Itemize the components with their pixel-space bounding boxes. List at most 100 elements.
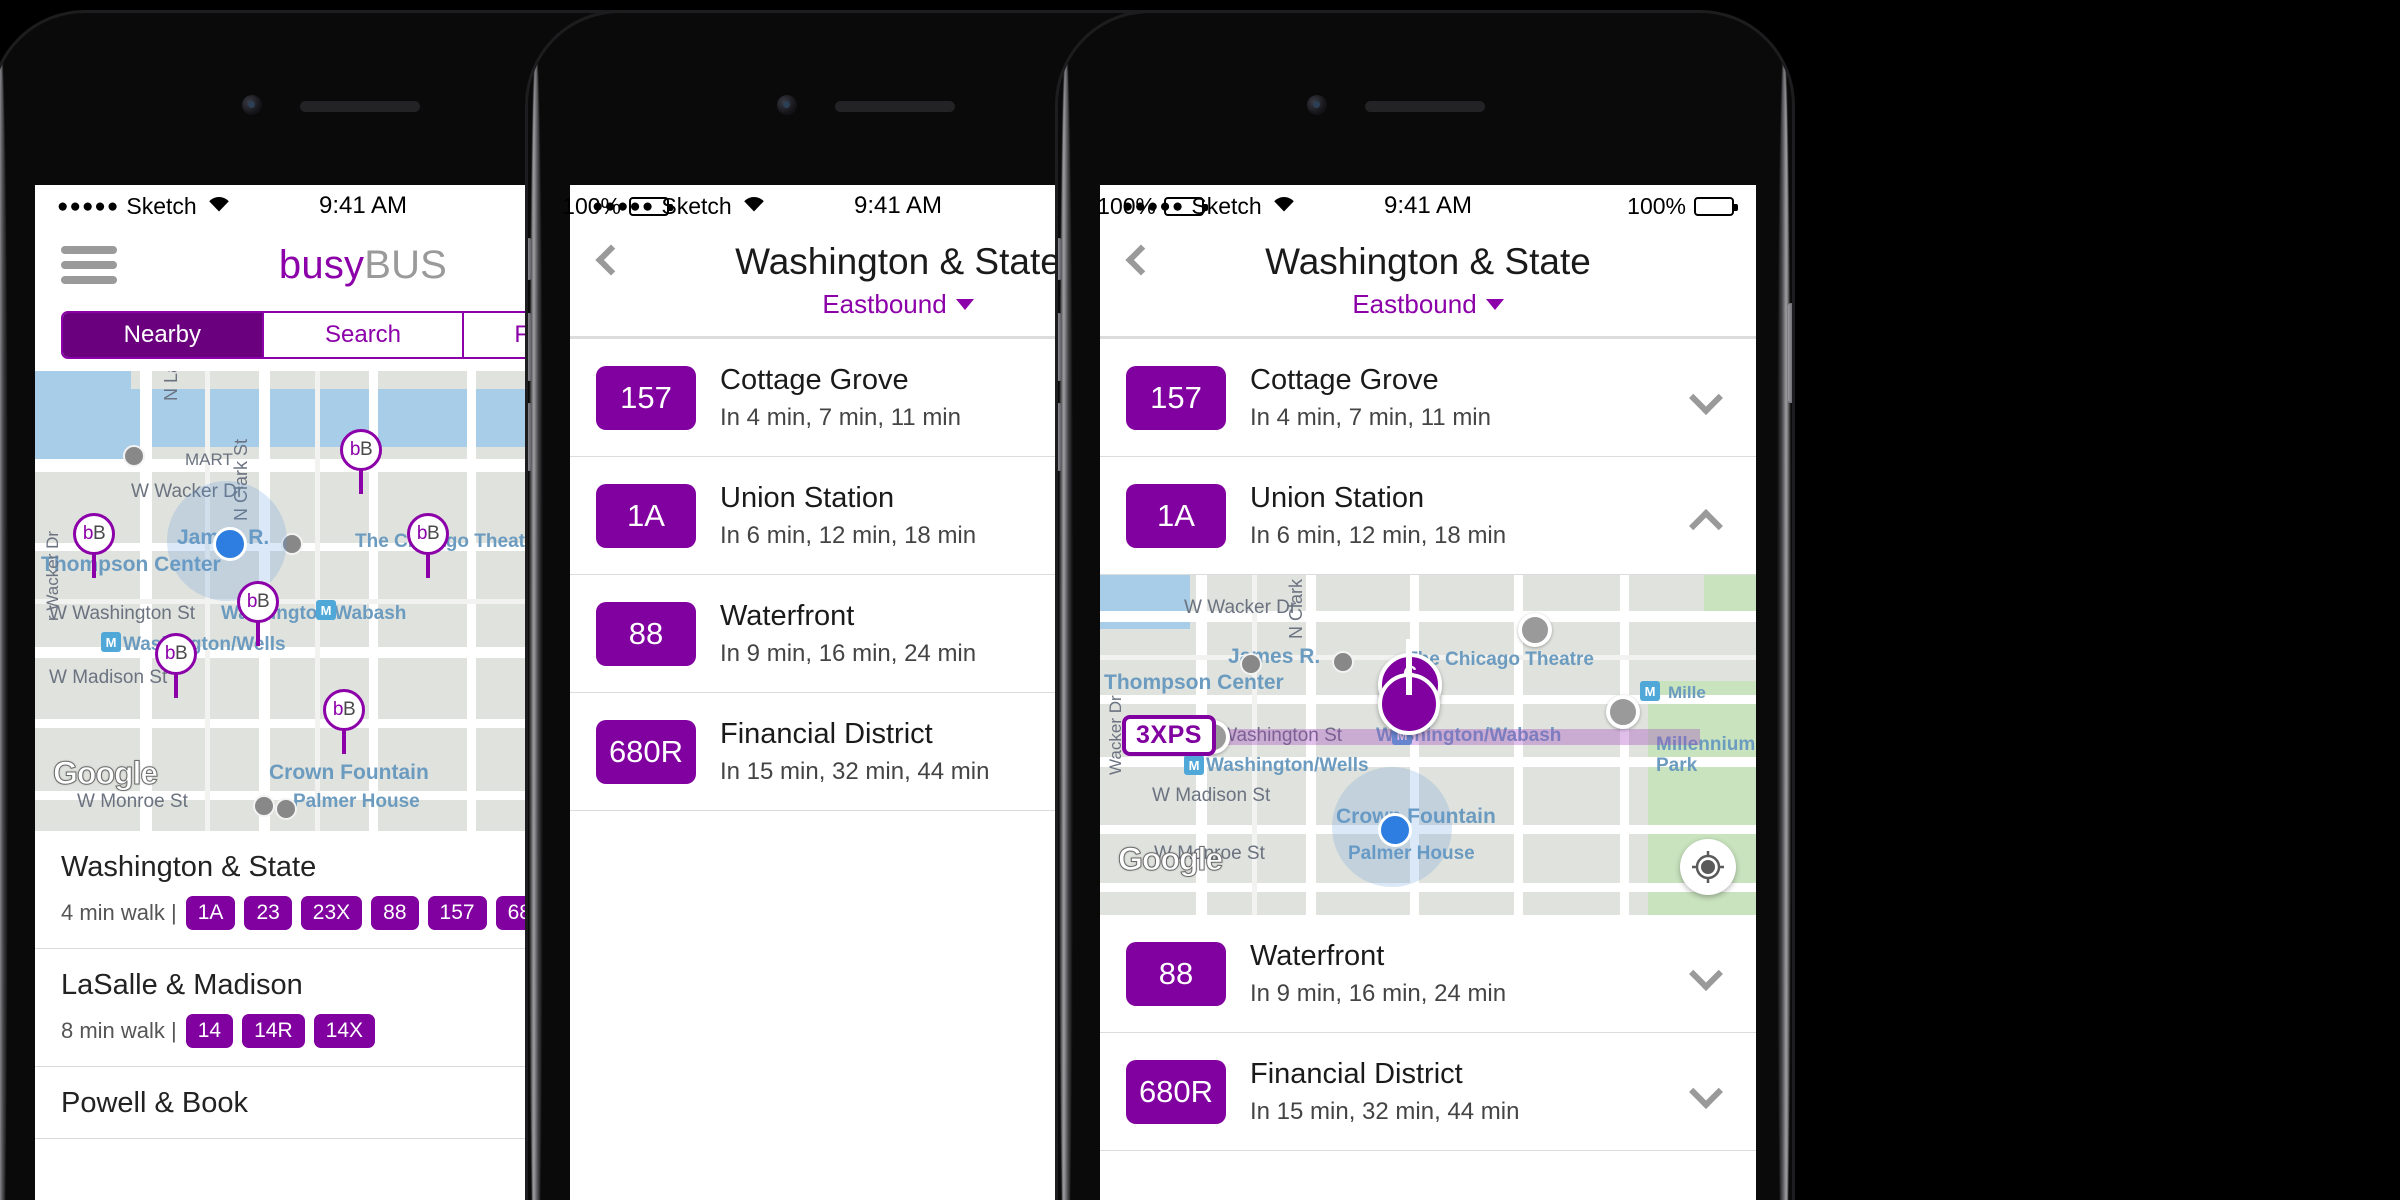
- route-arrival-times: In 6 min, 12 min, 18 min: [720, 521, 977, 549]
- live-bus-marker[interactable]: 6 min: [1378, 639, 1442, 735]
- list-item-expanded[interactable]: 1A Union Station In 6 min, 12 min, 18 mi…: [1100, 457, 1756, 575]
- map-transit-icon-wells: M: [101, 632, 121, 652]
- map-poi-icon: [1240, 653, 1262, 675]
- power-button[interactable]: [1788, 303, 1792, 403]
- battery-percent: 100%: [562, 192, 621, 219]
- map-poi-monroe-icon: [253, 795, 275, 817]
- route-badge: 88: [596, 601, 696, 666]
- route-badge[interactable]: 1A: [185, 896, 236, 930]
- page-title: Washington & State: [1265, 241, 1591, 282]
- screenshot-stage: ●●●●● Sketch 9:41 AM 100% busyBUS Nearby…: [0, 0, 2400, 1200]
- chevron-up-icon[interactable]: [1689, 504, 1723, 543]
- google-attribution: Google: [52, 755, 158, 792]
- route-arrival-times: In 4 min, 7 min, 11 min: [1250, 403, 1491, 431]
- route-chip[interactable]: 3XPS: [1122, 715, 1216, 756]
- route-stop-marker[interactable]: [1606, 695, 1640, 729]
- route-badge[interactable]: 88: [371, 896, 419, 930]
- route-text: Cottage Grove In 4 min, 7 min, 11 min: [720, 364, 961, 432]
- route-badge: 680R: [1126, 1059, 1226, 1124]
- status-right: 100%: [1627, 193, 1738, 220]
- map-label-crown-fountain: Crown Fountain: [269, 761, 429, 784]
- map-label-thompson-center: Thompson Center: [1104, 671, 1284, 694]
- direction-label: Eastbound: [822, 289, 947, 319]
- map-label-w-washington: W Washington St: [49, 603, 196, 624]
- route-badge[interactable]: 23: [244, 896, 292, 930]
- volume-up-button[interactable]: [528, 313, 532, 381]
- volume-down-button[interactable]: [1058, 403, 1062, 471]
- map-poi-mart-icon: [123, 445, 145, 467]
- map-label-mart: MART: [185, 450, 233, 469]
- map-label-palmer-house: Palmer House: [293, 791, 420, 812]
- route-text: Financial District In 15 min, 32 min, 44…: [720, 718, 989, 786]
- list-item[interactable]: 680R Financial District In 15 min, 32 mi…: [1100, 1033, 1756, 1151]
- walk-time: 4 min walk |: [61, 900, 177, 925]
- silence-switch[interactable]: [1058, 238, 1062, 280]
- bezel-highlight-left: [529, 53, 543, 1200]
- route-stop-marker[interactable]: [1518, 613, 1552, 647]
- user-location-indicator: [167, 481, 287, 601]
- route-badge[interactable]: 23X: [300, 896, 363, 930]
- route-badge[interactable]: 14R: [242, 1014, 305, 1048]
- front-camera: [1307, 95, 1327, 115]
- chevron-down-icon: [955, 299, 974, 310]
- tab-search[interactable]: Search: [263, 313, 465, 357]
- map-label-w-madison: W Madison St: [1152, 785, 1271, 806]
- route-badge: 88: [1126, 941, 1226, 1006]
- map-transit-icon-wabash: M: [316, 600, 336, 620]
- map-label-w-monroe: W Monroe St: [77, 791, 188, 812]
- route-destination: Cottage Grove: [720, 363, 909, 396]
- live-route-map[interactable]: W Wacker Dr James R. Thompson Center The…: [1100, 575, 1756, 915]
- direction-selector[interactable]: Eastbound: [1124, 289, 1732, 320]
- map-label-w-madison: W Madison St: [49, 667, 168, 688]
- route-badge: 680R: [596, 719, 696, 784]
- map-transit-icon-mille: M: [1640, 681, 1660, 701]
- map-bus-stop-pin[interactable]: bB: [73, 513, 115, 578]
- map-label-wacker: W Wacker Dr: [1184, 597, 1297, 618]
- map-bus-stop-pin[interactable]: bB: [407, 513, 449, 578]
- map-bus-stop-pin[interactable]: bB: [340, 429, 382, 494]
- route-badge[interactable]: 14: [185, 1014, 234, 1048]
- map-label-n-clark: N Clark St: [1286, 575, 1306, 639]
- map-bus-stop-pin[interactable]: bB: [323, 689, 365, 754]
- route-text: Cottage Grove In 4 min, 7 min, 11 min: [1250, 364, 1491, 432]
- route-arrival-times: In 4 min, 7 min, 11 min: [720, 403, 961, 431]
- list-item[interactable]: 157 Cottage Grove In 4 min, 7 min, 11 mi…: [1100, 339, 1756, 457]
- map-label-mille: Mille: [1668, 683, 1706, 702]
- route-destination: Waterfront: [720, 599, 855, 632]
- earpiece-speaker: [1365, 101, 1485, 112]
- map-poi-theatre-icon: [1332, 651, 1354, 673]
- chevron-down-icon[interactable]: [1689, 380, 1723, 415]
- route-arrival-times: In 15 min, 32 min, 44 min: [1250, 1097, 1520, 1125]
- route-text: Union Station In 6 min, 12 min, 18 min: [720, 482, 976, 550]
- nav-header: Washington & State Eastbound: [1100, 227, 1756, 336]
- map-bus-stop-pin[interactable]: bB: [155, 633, 197, 698]
- map-poi-palmer-icon: [275, 798, 297, 820]
- walk-time: 8 min walk |: [61, 1018, 177, 1043]
- list-item[interactable]: 88 Waterfront In 9 min, 16 min, 24 min: [1100, 915, 1756, 1033]
- bezel-highlight-left: [1059, 53, 1073, 1200]
- route-badge: 157: [596, 365, 696, 430]
- route-destination: Union Station: [720, 481, 895, 514]
- route-text: Waterfront In 9 min, 16 min, 24 min: [1250, 940, 1506, 1008]
- chevron-down-icon[interactable]: [1689, 956, 1723, 991]
- silence-switch[interactable]: [528, 238, 532, 280]
- bus-position-dot: [1378, 639, 1440, 735]
- route-badge[interactable]: 14X: [313, 1014, 376, 1048]
- map-label-n-lasalle: N La Salle: [161, 371, 182, 401]
- tab-nearby[interactable]: Nearby: [63, 313, 264, 357]
- phone3-screen: ●●●●● Sketch 9:41 AM 100% Washington & S…: [1100, 185, 1756, 1200]
- battery-icon: [629, 196, 673, 216]
- volume-down-button[interactable]: [528, 403, 532, 471]
- chevron-down-icon[interactable]: [1689, 1074, 1723, 1109]
- locate-me-icon[interactable]: [1680, 839, 1736, 895]
- map-label-washington-wells: Washington/Wells: [123, 634, 286, 655]
- route-destination: Financial District: [1250, 1057, 1463, 1090]
- volume-up-button[interactable]: [1058, 313, 1062, 381]
- route-destination: Union Station: [1250, 481, 1425, 514]
- map-bus-stop-pin[interactable]: bB: [237, 581, 279, 646]
- brand-bus: BUS: [364, 242, 448, 287]
- map-transit-icon-wells: M: [1184, 755, 1204, 775]
- user-location-indicator: [1332, 767, 1452, 887]
- route-badge[interactable]: 157: [427, 896, 487, 930]
- phone-body: ●●●●● Sketch 9:41 AM 100% Washington & S…: [1055, 10, 1795, 1200]
